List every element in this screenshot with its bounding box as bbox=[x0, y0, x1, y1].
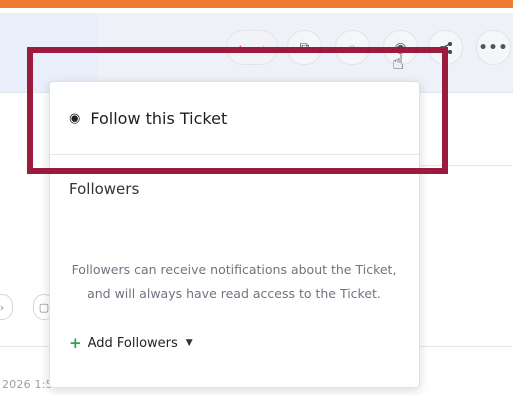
chevron-right-icon[interactable]: › bbox=[252, 39, 277, 57]
follow-ticket-option[interactable]: ◉ Follow this Ticket bbox=[50, 82, 419, 154]
followers-description: Followers can receive notifications abou… bbox=[71, 262, 397, 301]
hand-cursor-icon: ☝ bbox=[392, 50, 405, 74]
follow-ticket-label: Follow this Ticket bbox=[90, 108, 228, 128]
eye-icon: ◉ bbox=[69, 110, 81, 126]
forward-button[interactable]: » bbox=[335, 30, 370, 65]
ticket-navigation[interactable]: ‹ › bbox=[226, 30, 278, 65]
follow-dropdown: ◉ Follow this Ticket Followers Followers… bbox=[49, 81, 420, 388]
divider bbox=[418, 165, 513, 166]
dropdown-divider bbox=[50, 154, 419, 155]
top-accent-bar bbox=[0, 0, 513, 8]
share-button[interactable] bbox=[428, 30, 463, 65]
more-options-button[interactable]: ••• bbox=[476, 30, 511, 65]
open-in-new-button[interactable]: ⧉ bbox=[287, 30, 322, 65]
followers-heading: Followers bbox=[69, 180, 140, 198]
double-chevron-right-icon: » bbox=[348, 39, 357, 56]
add-followers-label: Add Followers bbox=[87, 335, 178, 351]
ellipsis-icon: ••• bbox=[478, 39, 509, 56]
caret-down-icon: ▼ bbox=[185, 338, 193, 348]
add-followers-button[interactable]: + Add Followers ▼ bbox=[69, 334, 193, 352]
plus-icon: + bbox=[69, 334, 82, 352]
share-icon bbox=[439, 41, 452, 54]
chevron-left-icon[interactable]: ‹ bbox=[227, 39, 252, 57]
external-link-icon: ⧉ bbox=[299, 39, 310, 56]
